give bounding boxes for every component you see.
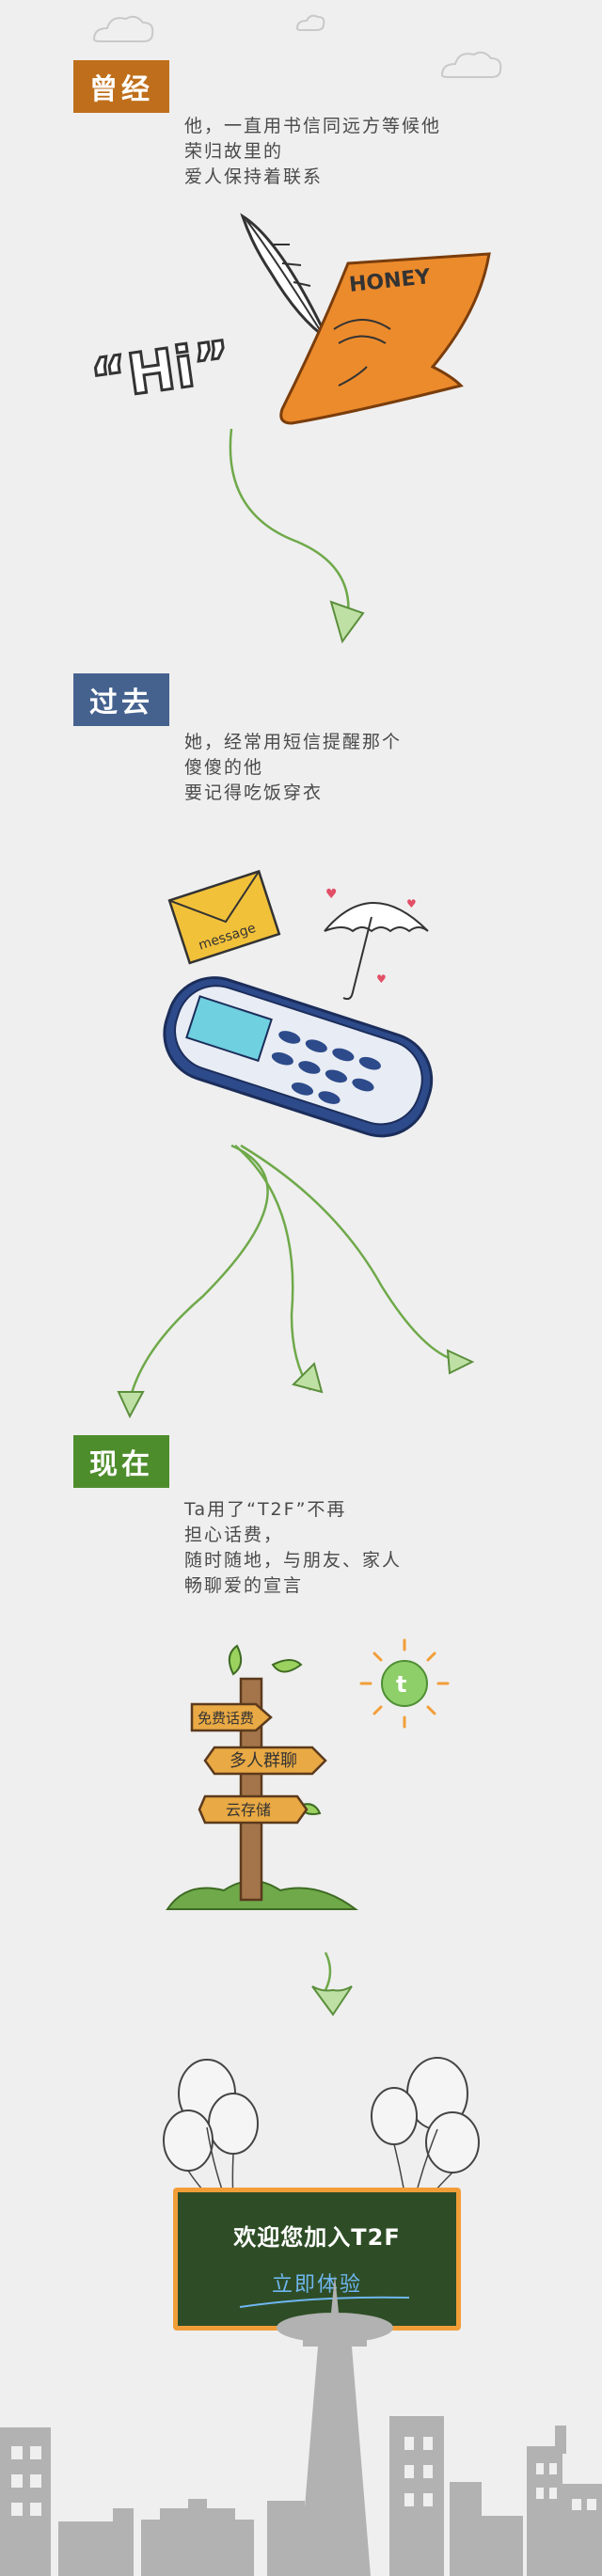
text-line: 随时随地，与朋友、家人 bbox=[184, 1550, 403, 1571]
down-arrow-icon bbox=[311, 1952, 353, 2016]
branch-arrows-icon bbox=[117, 1144, 475, 1419]
text-line: 他，一直用书信同远方等候他 bbox=[184, 116, 442, 136]
section-badge-now: 现在 bbox=[73, 1435, 169, 1488]
text-line: 爱人保持着联系 bbox=[184, 166, 324, 187]
city-skyline bbox=[0, 2275, 602, 2576]
section-text: Ta用了“T2F”不再 担心话费， 随时随地，与朋友、家人 畅聊爱的宣言 bbox=[184, 1497, 402, 1599]
signpost-label: 免费话费 bbox=[198, 1710, 254, 1727]
text-line: 畅聊爱的宣言 bbox=[184, 1575, 304, 1596]
cta-title: 欢迎您加入T2F bbox=[233, 2224, 401, 2251]
svg-text:♥: ♥ bbox=[325, 887, 338, 902]
svg-text:♥: ♥ bbox=[406, 897, 417, 910]
signpost-label: 多人群聊 bbox=[230, 1751, 297, 1771]
logo-letter: t bbox=[396, 1671, 406, 1698]
t2f-logo-icon: t bbox=[359, 1638, 450, 1729]
text-line: 傻傻的他 bbox=[184, 757, 264, 778]
hi-text: “Hi” bbox=[87, 329, 235, 414]
signpost-illustration: 免费话费 多人群聊 云存储 t bbox=[166, 1638, 450, 1910]
text-line: Ta用了“T2F”不再 bbox=[184, 1499, 347, 1520]
svg-text:♥: ♥ bbox=[376, 972, 387, 986]
text-line: 担心话费， bbox=[184, 1525, 284, 1545]
section-text: 她，经常用短信提醒那个 傻傻的他 要记得吃饭穿衣 bbox=[184, 730, 402, 806]
section-badge-past: 过去 bbox=[73, 673, 169, 726]
section-text: 他，一直用书信同远方等候他 荣归故里的 爱人保持着联系 bbox=[184, 114, 441, 190]
phone-message-illustration: message ♥ ♥ ♥ bbox=[163, 869, 434, 1138]
quill-letter-illustration: HONEY “Hi” bbox=[86, 213, 491, 644]
signpost-label: 云存储 bbox=[226, 1801, 271, 1819]
text-line: 荣归故里的 bbox=[184, 141, 284, 162]
text-line: 她，经常用短信提醒那个 bbox=[184, 732, 403, 752]
text-line: 要记得吃饭穿衣 bbox=[184, 782, 324, 803]
section-badge-past-ever: 曾经 bbox=[73, 60, 169, 113]
